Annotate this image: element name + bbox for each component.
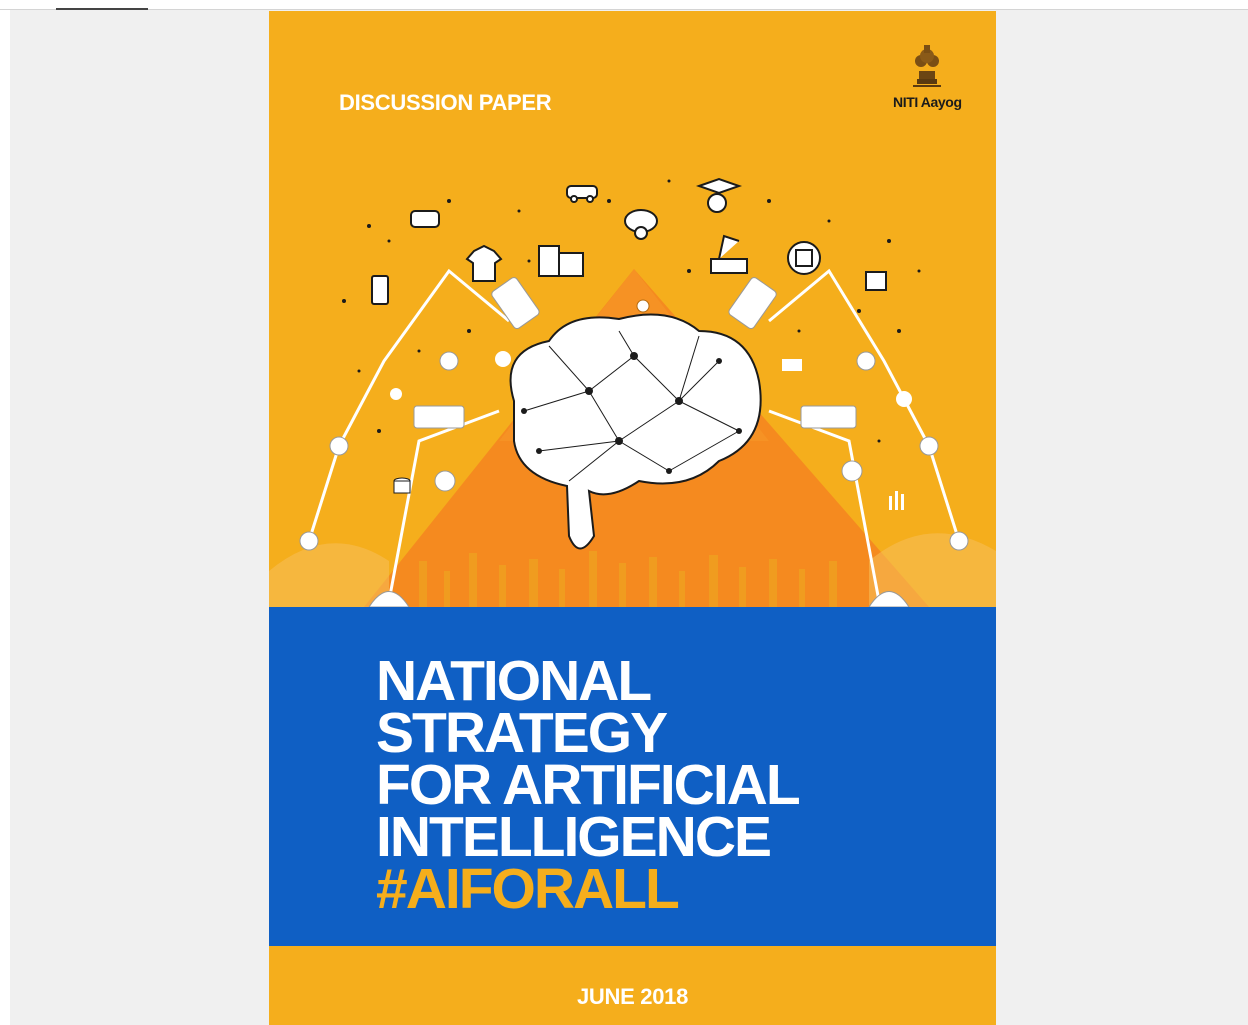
title-line: NATIONAL (376, 649, 652, 713)
ai-illustration (269, 177, 996, 607)
title-line: STRATEGY (376, 701, 668, 765)
vr-glasses-icon (410, 210, 440, 228)
refresh-icon (896, 391, 912, 407)
database-icon (393, 477, 411, 494)
apple-chip-icon (787, 241, 821, 275)
pie-chart-icon (495, 351, 511, 367)
discussion-paper-label: DISCUSSION PAPER (339, 90, 552, 115)
bars-icon (889, 491, 904, 510)
presentation-board-icon (865, 271, 887, 291)
publication-date: JUNE 2018 (576, 984, 689, 1009)
smart-city-icon (538, 245, 584, 277)
self-driving-car-icon (566, 185, 598, 203)
message-icon (782, 359, 802, 371)
document-title: NATIONAL STRATEGY FOR ARTIFICIAL INTELLI… (376, 649, 801, 921)
lightbulb-icon (636, 299, 650, 313)
publisher-name: NITI Aayog (893, 94, 962, 110)
phone-health-icon (371, 275, 389, 305)
shirt-icon (465, 244, 503, 282)
title-line: FOR ARTIFICIAL (376, 753, 801, 817)
title-band: NATIONAL STRATEGY FOR ARTIFICIAL INTELLI… (269, 607, 996, 946)
hashtag-aiforall: #AIFORALL (376, 857, 680, 921)
robotic-assembly-icon (710, 234, 748, 274)
network-icon (390, 388, 402, 400)
national-emblem-icon (913, 45, 941, 87)
cloud-globe-icon (624, 209, 658, 240)
document-page-cover: DISCUSSION PAPER NITI Aayog NATIONAL STR… (269, 11, 996, 1025)
graduation-cap-icon (695, 177, 743, 213)
title-line: INTELLIGENCE (376, 805, 772, 869)
